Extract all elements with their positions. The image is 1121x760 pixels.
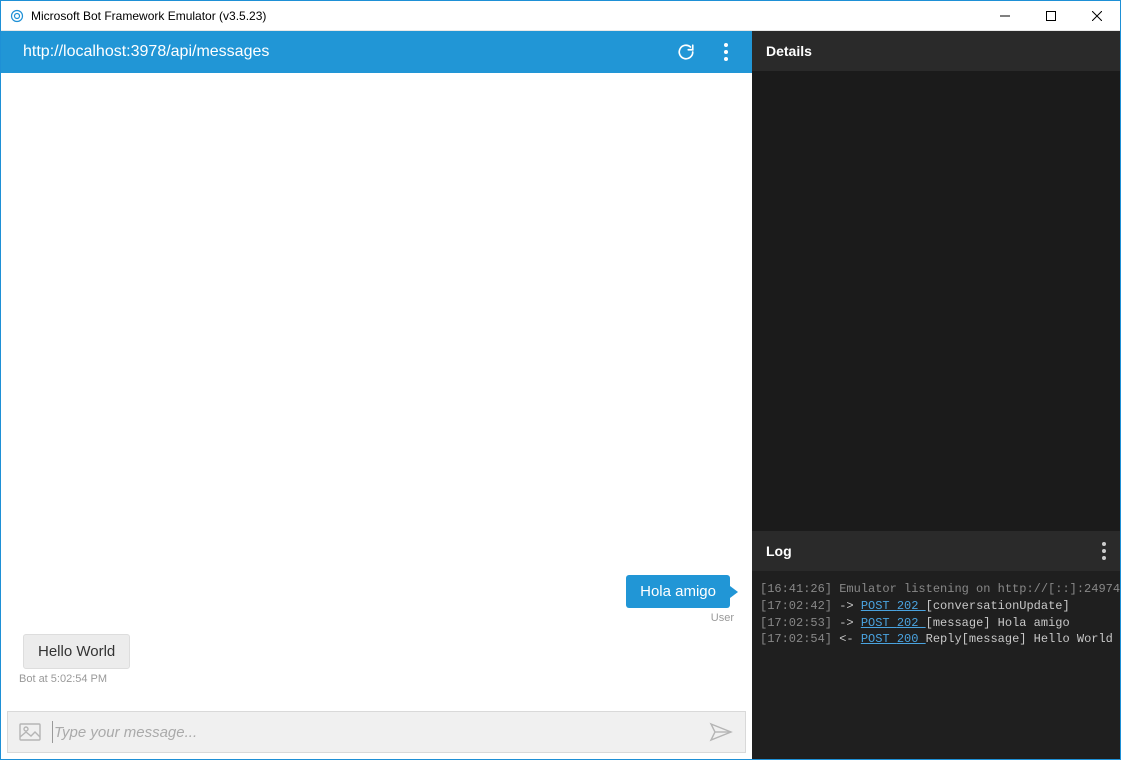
app-icon [9, 8, 25, 24]
details-body [752, 71, 1120, 531]
menu-button[interactable] [706, 31, 746, 73]
message-input[interactable] [52, 721, 707, 743]
maximize-button[interactable] [1028, 1, 1074, 30]
log-line: [17:02:54] <- POST 200 Reply[message] He… [760, 631, 1112, 648]
log-timestamp: [17:02:53] [760, 616, 839, 630]
details-header: Details [752, 31, 1120, 71]
send-button[interactable] [707, 722, 735, 742]
message-row: Hola amigo User [15, 575, 738, 624]
address-bar: http://localhost:3978/api/messages [1, 31, 752, 73]
log-line: [16:41:26] Emulator listening on http://… [760, 581, 1112, 598]
log-direction: <- [839, 632, 861, 646]
message-meta: User [707, 612, 738, 624]
message-bubble-wrap: Hola amigo [626, 575, 738, 608]
log-direction: -> [839, 599, 861, 613]
message-input-bar [7, 711, 746, 753]
details-title: Details [766, 43, 812, 59]
titlebar: Microsoft Bot Framework Emulator (v3.5.2… [1, 1, 1120, 31]
log-method-link[interactable]: POST [861, 632, 897, 646]
log-status-link[interactable]: 202 [897, 599, 926, 613]
chat-area: Hola amigo User Hello World Bot at 5:02:… [1, 73, 752, 705]
app-window: Microsoft Bot Framework Emulator (v3.5.2… [0, 0, 1121, 760]
message-meta: Bot at 5:02:54 PM [15, 673, 111, 685]
bot-message-bubble[interactable]: Hello World [23, 634, 130, 669]
message-row: Hello World Bot at 5:02:54 PM [15, 634, 738, 685]
minimize-button[interactable] [982, 1, 1028, 30]
log-menu-button[interactable] [1102, 542, 1106, 560]
log-method-link[interactable]: POST [861, 599, 897, 613]
log-text: Emulator listening on http://[::]:24974 [839, 582, 1120, 596]
window-title: Microsoft Bot Framework Emulator (v3.5.2… [31, 9, 982, 23]
user-message-bubble[interactable]: Hola amigo [626, 575, 730, 608]
log-text: [conversationUpdate] [926, 599, 1070, 613]
log-status-link[interactable]: 202 [897, 616, 926, 630]
log-text: [message] Hola amigo [926, 616, 1070, 630]
bubble-nub [730, 586, 738, 598]
log-timestamp: [17:02:42] [760, 599, 839, 613]
message-bubble-wrap: Hello World [15, 634, 130, 669]
chat-pane: http://localhost:3978/api/messages Hola … [1, 31, 752, 759]
log-status-link[interactable]: 200 [897, 632, 926, 646]
log-line: [17:02:53] -> POST 202 [message] Hola am… [760, 615, 1112, 632]
attach-image-button[interactable] [18, 723, 42, 741]
vertical-dots-icon [1102, 542, 1106, 560]
log-title: Log [766, 543, 792, 559]
client-area: http://localhost:3978/api/messages Hola … [1, 31, 1120, 759]
log-direction: -> [839, 616, 861, 630]
log-timestamp: [17:02:54] [760, 632, 839, 646]
log-method-link[interactable]: POST [861, 616, 897, 630]
close-button[interactable] [1074, 1, 1120, 30]
log-timestamp: [16:41:26] [760, 582, 839, 596]
log-line: [17:02:42] -> POST 202 [conversationUpda… [760, 598, 1112, 615]
log-body: [16:41:26] Emulator listening on http://… [752, 571, 1120, 759]
endpoint-url[interactable]: http://localhost:3978/api/messages [23, 43, 666, 61]
side-pane: Details Log [16:41:26] Emulator listenin… [752, 31, 1120, 759]
window-controls [982, 1, 1120, 30]
log-text: Reply[message] Hello World [926, 632, 1113, 646]
refresh-button[interactable] [666, 31, 706, 73]
log-header: Log [752, 531, 1120, 571]
vertical-dots-icon [724, 43, 728, 61]
